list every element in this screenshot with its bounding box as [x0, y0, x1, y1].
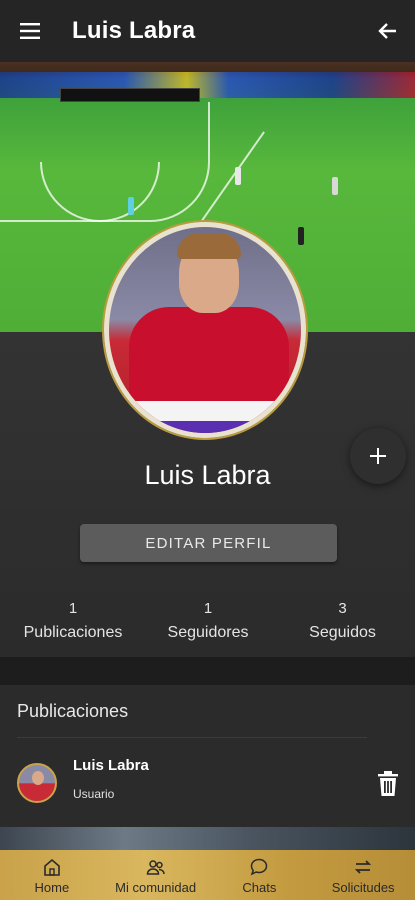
stat-publicaciones[interactable]: 1 Publicaciones — [0, 600, 146, 642]
section-divider — [0, 657, 415, 685]
arrow-back-icon[interactable] — [359, 0, 415, 62]
nav-solicitudes[interactable]: Solicitudes — [311, 850, 415, 900]
bottom-navigation: Home Mi comunidad Chats Solicitudes — [0, 850, 415, 900]
post-author-role: Usuario — [73, 787, 115, 801]
post-image-preview[interactable] — [0, 827, 415, 850]
edit-profile-button[interactable]: EDITAR PERFIL — [80, 524, 337, 562]
trash-icon[interactable] — [376, 771, 400, 797]
section-heading: Publicaciones — [17, 701, 129, 721]
home-icon — [44, 858, 60, 876]
nav-chats[interactable]: Chats — [208, 850, 312, 900]
chat-icon — [251, 858, 268, 876]
divider — [17, 737, 367, 738]
stat-label: Seguidores — [167, 624, 249, 641]
nav-label: Chats — [242, 880, 277, 895]
nav-label: Mi comunidad — [115, 880, 197, 895]
stat-value: 1 — [203, 600, 213, 617]
stat-label: Seguidos — [309, 624, 376, 641]
nav-mi-comunidad[interactable]: Mi comunidad — [104, 850, 208, 900]
stat-label: Publicaciones — [23, 624, 123, 641]
profile-name: Luis Labra — [144, 460, 271, 490]
profile-avatar[interactable] — [104, 222, 306, 438]
app-bar: Luis Labra — [0, 0, 415, 62]
menu-icon[interactable] — [0, 0, 60, 62]
profile-stats: 1 Publicaciones 1 Seguidores 3 Seguidos — [0, 600, 415, 642]
stat-seguidos[interactable]: 3 Seguidos — [270, 600, 415, 642]
list-item[interactable]: Luis Labra Usuario — [0, 751, 415, 825]
nav-label: Home — [34, 880, 70, 895]
post-author[interactable]: Luis Labra — [73, 757, 149, 774]
nav-label: Solicitudes — [331, 880, 395, 895]
page-title: Luis Labra — [72, 17, 196, 44]
publications-section: Publicaciones Luis Labra Usuario — [0, 685, 415, 850]
swap-icon — [354, 860, 372, 874]
stat-value: 1 — [68, 600, 78, 617]
nav-home[interactable]: Home — [0, 850, 104, 900]
stat-seguidores[interactable]: 1 Seguidores — [146, 600, 270, 642]
stat-value: 3 — [338, 600, 347, 617]
community-icon — [146, 860, 165, 875]
avatar[interactable] — [17, 763, 57, 803]
